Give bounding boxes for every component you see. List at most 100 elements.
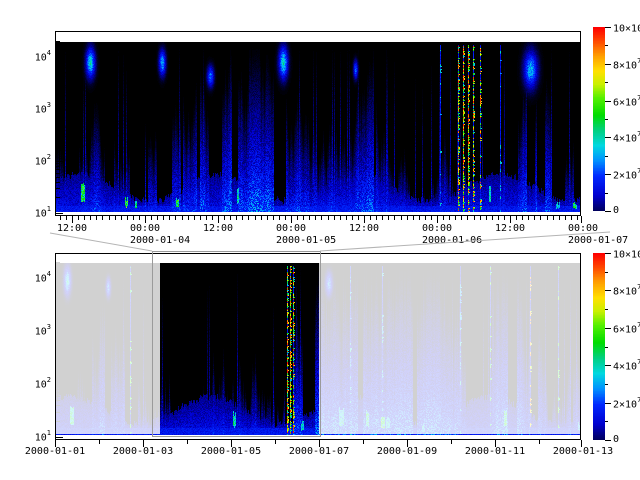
y-minor-tick [56, 166, 60, 167]
colorbar-tick-label: 2×107 [613, 169, 640, 181]
x-minor-tick [200, 216, 201, 220]
y-minor-tick [56, 182, 60, 183]
x-minor-tick [127, 216, 128, 220]
x-minor-tick [522, 216, 523, 220]
x-minor-tick [504, 216, 505, 220]
colorbar-minor-tick [605, 309, 608, 310]
y-minor-tick [56, 177, 60, 178]
x-tick-label: 12:00 [495, 224, 525, 234]
y-minor-tick [56, 59, 60, 60]
x-major-tick [510, 216, 511, 223]
colorbar-tick-label: 8×107 [613, 285, 640, 297]
colorbar-tick-label: 2×107 [613, 398, 640, 410]
y-minor-tick [56, 145, 60, 146]
x-minor-tick [133, 216, 134, 220]
x-minor-tick [528, 216, 529, 220]
x-tick-label: 2000-01-03 [113, 447, 173, 457]
y-minor-tick [56, 125, 60, 126]
x-minor-tick [139, 216, 140, 220]
context-veil-right [319, 254, 580, 434]
x-minor-tick [212, 216, 213, 220]
x-tick-label: 12:00 [203, 224, 233, 234]
colorbar-major-tick [605, 365, 611, 366]
x-minor-tick [78, 216, 79, 220]
x-tick-label: 00:00 [568, 224, 598, 234]
detail-spectrogram[interactable] [56, 42, 580, 212]
x-minor-tick [413, 216, 414, 220]
x-minor-tick [157, 216, 158, 220]
colorbar-minor-tick [605, 193, 608, 194]
colorbar-minor-tick [605, 347, 608, 348]
colorbar-minor-tick [605, 45, 608, 46]
y-major-tick [56, 57, 63, 58]
y-minor-tick [56, 188, 60, 189]
x-minor-tick [99, 440, 100, 444]
x-minor-tick [346, 216, 347, 220]
x-date-label: 2000-01-05 [276, 236, 336, 246]
colorbar-major-tick [605, 211, 611, 212]
y-minor-tick [56, 117, 60, 118]
x-minor-tick [169, 216, 170, 220]
x-minor-tick [182, 216, 183, 220]
x-tick-label: 2000-01-07 [289, 447, 349, 457]
colorbar-major-tick [605, 328, 611, 329]
x-minor-tick [90, 216, 91, 220]
x-minor-tick [273, 216, 274, 220]
y-tick-label: 102 [15, 378, 51, 390]
context-colorbar [593, 253, 605, 440]
y-tick-label: 101 [15, 207, 51, 219]
colorbar-major-tick [605, 137, 611, 138]
y-minor-tick [56, 136, 60, 137]
x-minor-tick [151, 216, 152, 220]
x-tick-label: 00:00 [422, 224, 452, 234]
colorbar-minor-tick [605, 82, 608, 83]
x-minor-tick [224, 216, 225, 220]
x-minor-tick [467, 216, 468, 220]
x-minor-tick [60, 216, 61, 220]
x-minor-tick [267, 216, 268, 220]
x-minor-tick [486, 216, 487, 220]
x-minor-tick [451, 440, 452, 444]
x-minor-tick [334, 216, 335, 220]
x-minor-tick [492, 216, 493, 220]
colorbar-tick-label: 8×107 [613, 59, 640, 71]
y-major-tick [56, 109, 63, 110]
colorbar-tick-label: 4×107 [613, 360, 640, 372]
colorbar-tick-label: 6×107 [613, 96, 640, 108]
x-minor-tick [115, 216, 116, 220]
x-minor-tick [109, 216, 110, 220]
context-veil-left [56, 254, 160, 434]
y-minor-tick [56, 93, 60, 94]
colorbar-tick-label: 10×107 [613, 22, 640, 34]
x-tick-label: 12:00 [57, 224, 87, 234]
x-tick-label: 2000-01-09 [377, 447, 437, 457]
x-minor-tick [394, 216, 395, 220]
x-major-tick [291, 216, 292, 223]
colorbar-tick-label: 0 [613, 206, 619, 216]
x-tick-label: 00:00 [130, 224, 160, 234]
x-minor-tick [534, 216, 535, 220]
x-minor-tick [376, 216, 377, 220]
x-minor-tick [571, 216, 572, 220]
x-minor-tick [230, 216, 231, 220]
y-minor-tick [56, 114, 60, 115]
x-minor-tick [248, 216, 249, 220]
x-minor-tick [121, 216, 122, 220]
x-minor-tick [303, 216, 304, 220]
x-minor-tick [194, 216, 195, 220]
colorbar-tick-label: 4×107 [613, 132, 640, 144]
x-tick-label: 2000-01-13 [553, 447, 613, 457]
zoom-selection-box[interactable] [152, 251, 321, 437]
x-date-label: 2000-01-04 [130, 236, 190, 246]
colorbar-minor-tick [605, 119, 608, 120]
x-tick-label: 2000-01-05 [201, 447, 261, 457]
x-minor-tick [297, 216, 298, 220]
x-minor-tick [455, 216, 456, 220]
x-minor-tick [498, 216, 499, 220]
y-minor-tick [56, 65, 60, 66]
y-tick-label: 103 [15, 103, 51, 115]
y-minor-tick [56, 84, 60, 85]
y-minor-tick [56, 169, 60, 170]
y-minor-tick [56, 163, 60, 164]
x-minor-tick [480, 216, 481, 220]
